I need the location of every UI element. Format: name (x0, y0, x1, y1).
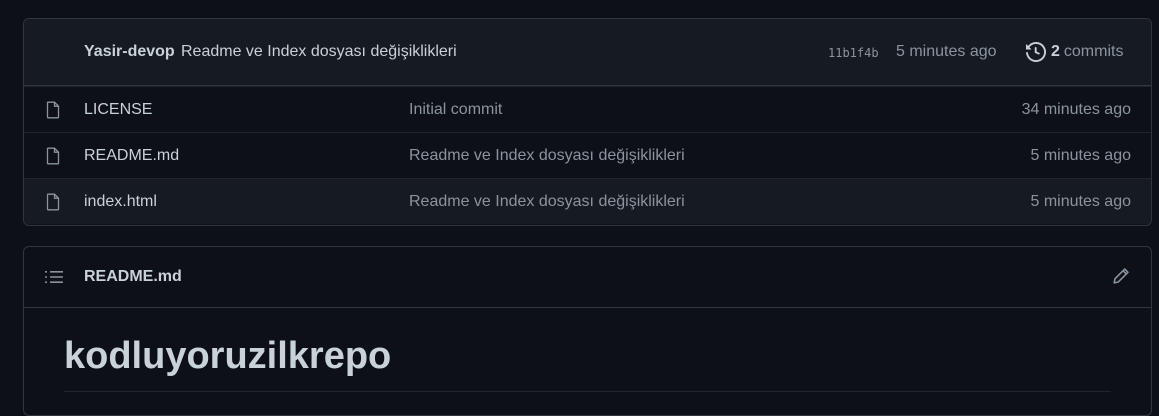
file-icon (46, 101, 60, 119)
pencil-icon[interactable] (1112, 267, 1130, 285)
file-commit-time: 34 minutes ago (1021, 101, 1131, 118)
file-name-link[interactable]: LICENSE (84, 101, 152, 119)
file-browser: Yasir-devop Readme ve Index dosyası deği… (23, 18, 1152, 226)
file-row-readme[interactable]: README.md Readme ve Index dosyası değişi… (24, 132, 1151, 178)
latest-commit-bar: Yasir-devop Readme ve Index dosyası deği… (24, 19, 1151, 86)
commit-time: 5 minutes ago (896, 43, 997, 60)
commits-history-link[interactable]: 2 commits (1026, 41, 1123, 63)
list-unordered-icon[interactable] (45, 269, 63, 285)
file-icon (46, 147, 60, 165)
file-commit-message-link[interactable]: Initial commit (409, 101, 502, 119)
file-row-license[interactable]: LICENSE Initial commit 34 minutes ago (24, 86, 1151, 132)
file-name-link[interactable]: index.html (84, 193, 157, 211)
commit-count: 2 (1051, 43, 1060, 60)
file-icon (46, 193, 60, 211)
readme-heading: kodluyoruzilkrepo (64, 335, 392, 377)
readme-panel: README.md kodluyoruzilkrepo (23, 246, 1152, 416)
readme-title: README.md (84, 268, 182, 285)
commits-label: commits (1063, 43, 1124, 60)
history-icon (1026, 42, 1046, 62)
file-commit-message-link[interactable]: Readme ve Index dosyası değişiklikleri (409, 193, 685, 211)
file-commit-message-link[interactable]: Readme ve Index dosyası değişiklikleri (409, 147, 685, 165)
commit-author-link[interactable]: Yasir-devop (84, 43, 175, 61)
heading-divider (64, 391, 1111, 392)
file-commit-time: 5 minutes ago (1030, 147, 1131, 164)
file-row-index[interactable]: index.html Readme ve Index dosyası değiş… (24, 178, 1151, 224)
readme-header: README.md (24, 247, 1151, 308)
file-commit-time: 5 minutes ago (1030, 193, 1131, 210)
file-name-link[interactable]: README.md (84, 147, 179, 165)
commit-message-link[interactable]: Readme ve Index dosyası değişiklikleri (181, 43, 457, 61)
commit-sha-link[interactable]: 11b1f4b (828, 46, 879, 60)
